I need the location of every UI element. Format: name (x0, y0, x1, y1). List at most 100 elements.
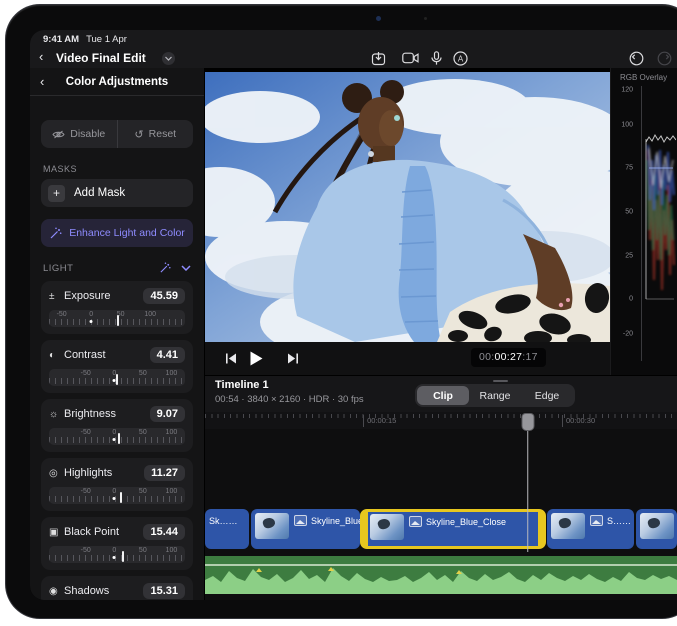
microphone-button[interactable] (428, 50, 445, 66)
clip-thumbnail (551, 513, 585, 539)
disable-button[interactable]: Disable (41, 120, 118, 148)
edit-mode-segmented-control: ClipRangeEdge (415, 384, 575, 407)
light-collapse-chevron-icon[interactable] (181, 265, 191, 271)
import-button[interactable] (370, 50, 387, 66)
panel-header: ‹ Color Adjustments (30, 68, 204, 96)
timeline-clip[interactable] (636, 509, 677, 549)
playhead-handle[interactable] (521, 413, 534, 431)
import-icon (371, 51, 386, 66)
ruler-timecode-label: 00:00:15 (363, 415, 396, 427)
status-time: 9:41 AM (43, 34, 79, 45)
trim-handle-right[interactable] (541, 522, 544, 537)
undo-button[interactable] (628, 50, 645, 66)
ruler-ticks (205, 414, 677, 418)
redo-icon (657, 51, 672, 66)
playhead-line[interactable] (527, 413, 529, 552)
disable-reset-group: Disable ↺ Reset (41, 120, 193, 148)
slider-tick-label: 0 (112, 429, 116, 436)
sensor-dot (424, 17, 427, 20)
video-track: Sk…… Skyline_Blue_Wide Skyline_Blue_Clos… (205, 509, 677, 549)
slider-icon: ▣ (49, 527, 64, 538)
scope-tick-label: 25 (625, 252, 633, 259)
slider-ruler[interactable]: -50050100 (49, 369, 185, 386)
clip-thumbnail (255, 513, 289, 539)
timecode-display: 00:00:27:17 (471, 348, 546, 367)
play-button[interactable] (250, 342, 263, 375)
slider-tick-label: 50 (139, 370, 147, 377)
slider-value-marker[interactable] (116, 374, 118, 385)
slider-ruler[interactable]: -50050100 (49, 310, 185, 327)
slider-value[interactable]: 15.44 (143, 524, 185, 540)
slider-zero-dot (113, 438, 116, 441)
timeline-clip[interactable]: Skyline_Blue_Close (360, 509, 546, 549)
reset-button[interactable]: ↺ Reset (118, 120, 194, 148)
slider-icon: ◐ (49, 350, 64, 361)
svg-text:A: A (458, 54, 464, 63)
clip-media-icon (590, 515, 603, 526)
ruler-timecode-label: 00:00:30 (562, 415, 595, 427)
redo-button[interactable] (656, 50, 673, 66)
slider-value-marker[interactable] (118, 433, 120, 444)
slider-ruler[interactable]: -50050100 (49, 428, 185, 445)
color-adjustments-panel: ‹ Color Adjustments Disable ↺ Reset (30, 68, 205, 600)
clip-media-icon (294, 515, 307, 526)
slider-value[interactable]: 4.41 (150, 347, 185, 363)
slider-tick-label: 50 (139, 488, 147, 495)
segment-clip[interactable]: Clip (417, 386, 469, 405)
microphone-icon (431, 51, 442, 66)
enhance-light-color-button[interactable]: Enhance Light and Color (41, 219, 193, 247)
add-mask-button[interactable]: + Add Mask (41, 179, 193, 207)
slider-tick-label: -50 (81, 429, 91, 436)
slider-ruler[interactable]: -50050100 (49, 546, 185, 563)
slider-value-marker[interactable] (120, 492, 122, 503)
slider-tick-label: 0 (112, 488, 116, 495)
pencil-a-icon: A (453, 51, 468, 66)
panel-back-chevron-icon[interactable]: ‹ (40, 74, 44, 89)
slider-tick-label: 100 (166, 547, 178, 554)
chevron-down-icon (165, 56, 172, 61)
timeline-meta: 00:54 · 3840 × 2160 · HDR · 30 fps (215, 394, 364, 405)
light-wand-icon[interactable] (159, 262, 171, 274)
reset-icon: ↺ (134, 128, 143, 141)
slider-tick-label: -50 (81, 547, 91, 554)
slider-ticks (49, 555, 185, 561)
scope-tick-label: 0 (629, 296, 633, 303)
slider-label: Exposure (64, 290, 143, 302)
slider-value[interactable]: 45.59 (143, 288, 185, 304)
scope-tick-label: 120 (621, 87, 633, 94)
trim-handle-left[interactable] (362, 522, 365, 537)
slider-tick-label: 0 (112, 547, 116, 554)
slider-value-marker[interactable] (117, 315, 119, 326)
back-chevron-icon[interactable]: ‹ (39, 49, 43, 64)
skip-to-start-button[interactable] (225, 342, 237, 375)
slider-ruler[interactable]: -50050100 (49, 487, 185, 504)
audio-track[interactable] (205, 556, 677, 594)
disable-label: Disable (70, 128, 105, 140)
rgb-overlay-scope: RGB Overlay 1201007550250-20 (610, 68, 677, 375)
segment-range[interactable]: Range (469, 386, 521, 405)
timeline-ruler[interactable]: 00:00:15 00:00:30 (205, 412, 677, 429)
title-dropdown-button[interactable] (162, 52, 175, 65)
timeline-panel: Timeline 1 00:54 · 3840 × 2160 · HDR · 3… (205, 375, 677, 600)
slider-value-marker[interactable] (122, 551, 124, 562)
video-frame[interactable] (205, 72, 610, 342)
timeline-clip[interactable]: S…… (547, 509, 634, 549)
timeline-clip[interactable]: Skyline_Blue_Wide (251, 509, 360, 549)
enhance-label: Enhance Light and Color (69, 227, 185, 239)
slider-value[interactable]: 11.27 (144, 465, 185, 481)
slider-tick-label: 100 (144, 311, 156, 318)
camera-button[interactable] (402, 50, 419, 66)
skip-to-end-button[interactable] (287, 342, 299, 375)
light-section-header[interactable]: LIGHT (41, 262, 193, 274)
slider-icon: ☼ (49, 409, 64, 420)
clip-label: Skyline_Blue_Close (426, 517, 506, 527)
slider-value[interactable]: 9.07 (150, 406, 185, 422)
plus-icon: + (48, 185, 65, 202)
timeline-clip[interactable]: Sk…… (205, 509, 249, 549)
annotate-button[interactable]: A (452, 50, 469, 66)
slider-tick-label: 100 (166, 488, 178, 495)
slider-value[interactable]: 15.31 (143, 583, 185, 599)
segment-edge[interactable]: Edge (521, 386, 573, 405)
project-title[interactable]: Video Final Edit (56, 51, 146, 65)
slider-icon: ◎ (49, 468, 64, 479)
